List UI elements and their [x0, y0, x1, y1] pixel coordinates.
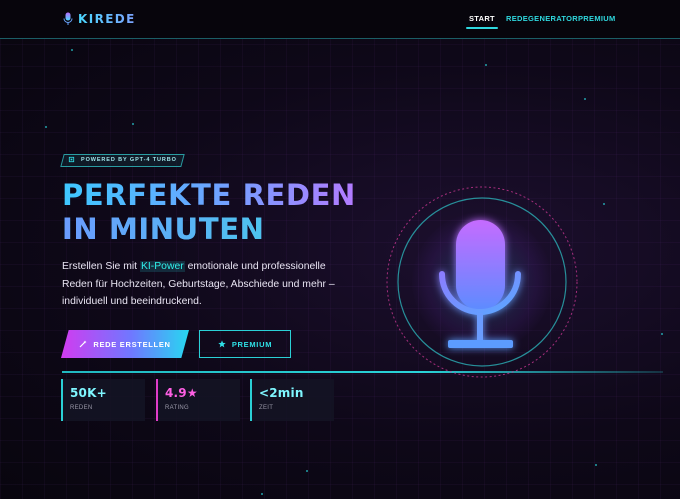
microphone-icon [386, 186, 578, 378]
ki-power-highlight: KI-Power [139, 261, 185, 272]
stat-label: RATING [165, 405, 190, 411]
microphone-icon [63, 12, 73, 25]
nav-redegenerator[interactable]: REDEGENERATOR [506, 14, 578, 23]
hero-title-line2: IN MINUTEN [62, 212, 356, 246]
stat-card-reden: 50K+ REDEN [61, 379, 145, 421]
stat-value: 50K+ [70, 386, 107, 400]
star-dot [661, 333, 663, 335]
stat-label: REDEN [70, 405, 93, 411]
create-speech-button[interactable]: REDE ERSTELLEN [61, 330, 189, 358]
nav-premium[interactable]: PREMIUM [578, 14, 616, 23]
hero-title: PERFEKTE REDEN IN MINUTEN [62, 178, 356, 246]
hero-description-start: Erstellen Sie mit [62, 261, 140, 272]
nav-start[interactable]: START [466, 14, 498, 29]
star-icon [218, 340, 226, 348]
hero-title-line1: PERFEKTE REDEN [62, 178, 356, 212]
star-dot [71, 49, 73, 51]
premium-button-label: PREMIUM [231, 339, 273, 349]
chip-icon [68, 156, 75, 163]
star-dot [45, 126, 47, 128]
stat-card-zeit: <2min ZEIT [250, 379, 334, 421]
top-navbar: KIREDE START REDEGENERATOR PREMIUM [0, 0, 680, 39]
hero-description: Erstellen Sie mit KI-Power emotionale un… [62, 258, 342, 311]
star-dot [261, 493, 263, 495]
stat-label: ZEIT [259, 405, 274, 411]
stat-card-rating: 4.9★ RATING [156, 379, 240, 421]
star-dot [132, 123, 134, 125]
stat-value: <2min [259, 386, 304, 400]
premium-button[interactable]: PREMIUM [199, 330, 291, 358]
create-speech-label: REDE ERSTELLEN [93, 339, 171, 349]
hero-mic-graphic [384, 184, 580, 380]
powered-badge: POWERED BY GPT-4 TURBO [68, 156, 177, 163]
brand-logo[interactable]: KIREDE [63, 12, 136, 26]
star-dot [485, 64, 487, 66]
star-dot [603, 203, 605, 205]
star-dot [306, 470, 308, 472]
wand-icon [79, 340, 87, 348]
star-dot [584, 98, 586, 100]
stat-value: 4.9★ [165, 386, 198, 400]
powered-badge-text: POWERED BY GPT-4 TURBO [81, 156, 177, 163]
star-dot [595, 464, 597, 466]
brand-name: KIREDE [78, 12, 136, 26]
